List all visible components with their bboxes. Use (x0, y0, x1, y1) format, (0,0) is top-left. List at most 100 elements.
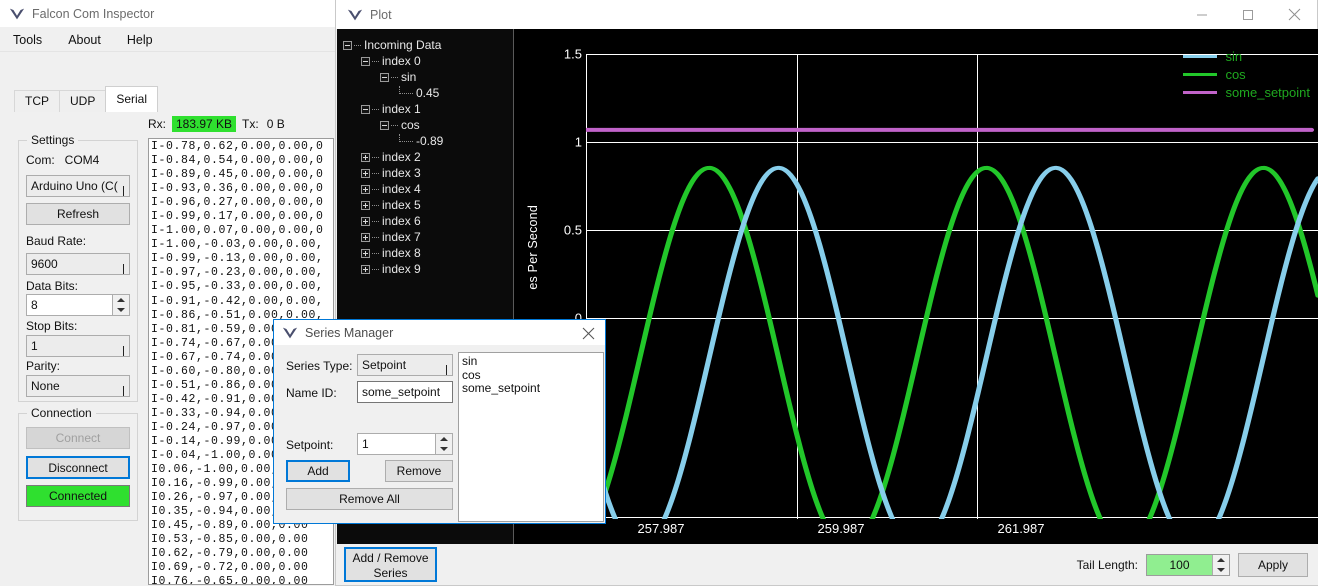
legend-swatch-cos (1183, 72, 1218, 76)
series-type-select[interactable]: Setpoint (357, 354, 453, 376)
collapse-icon[interactable] (361, 56, 370, 66)
tree-node-label: index 4 (382, 182, 421, 196)
tab-serial[interactable]: Serial (105, 86, 159, 112)
tree-node-index-7[interactable]: index 7 (341, 229, 513, 245)
tree-node-index-4[interactable]: index 4 (341, 181, 513, 197)
tree-node-index-5[interactable]: index 5 (341, 197, 513, 213)
expand-icon[interactable] (361, 264, 370, 274)
remove-series-button[interactable]: Remove (385, 460, 453, 482)
com-port-select[interactable]: Arduino Uno (C( (26, 175, 130, 197)
connect-button[interactable]: Connect (26, 427, 130, 449)
tab-tcp[interactable]: TCP (14, 90, 60, 112)
spin-down-icon[interactable] (1217, 568, 1225, 572)
expand-icon[interactable] (361, 184, 370, 194)
parity-select[interactable]: None (26, 375, 130, 397)
tree-node-label: index 8 (382, 246, 421, 260)
close-icon[interactable] (1271, 0, 1317, 29)
tree-node-index-0[interactable]: index 0 (341, 53, 513, 69)
minimize-icon[interactable] (1179, 0, 1225, 29)
menu-help[interactable]: Help (124, 31, 156, 49)
close-icon[interactable] (577, 323, 599, 343)
data-bits-spin-arrows[interactable] (112, 295, 129, 315)
tree-node-root[interactable]: Incoming Data (341, 37, 513, 53)
chart-plot-area[interactable]: es Per Second 1.5 1 0.5 0 257.987 259.98… (514, 29, 1318, 544)
tree-value-sin: 0.45 (341, 85, 513, 101)
window-controls (1179, 0, 1317, 29)
spin-up-icon[interactable] (117, 298, 125, 302)
baud-rate-value: 9600 (31, 257, 58, 271)
spin-up-icon[interactable] (1217, 558, 1225, 562)
tab-udp[interactable]: UDP (59, 90, 107, 112)
com-port-select-value: Arduino Uno (C( (31, 179, 118, 193)
tree-node-label: index 2 (382, 150, 421, 164)
menu-tools[interactable]: Tools (10, 31, 45, 49)
setpoint-spin-arrows[interactable] (435, 434, 452, 454)
tree-node-index-9[interactable]: index 9 (341, 261, 513, 277)
remove-all-series-button[interactable]: Remove All (286, 488, 453, 510)
list-item[interactable]: some_setpoint (462, 381, 603, 396)
expand-icon[interactable] (361, 216, 370, 226)
setpoint-stepper[interactable]: 1 (357, 433, 453, 455)
settings-groupbox: Settings Com: COM4 Arduino Uno (C( Refre… (18, 133, 138, 402)
expand-icon[interactable] (361, 248, 370, 258)
stop-bits-label: Stop Bits: (26, 319, 78, 333)
x-tick-label: 261.987 (997, 521, 1045, 536)
tail-length-spin-arrows[interactable] (1212, 555, 1229, 575)
tail-length-stepper[interactable]: 100 (1146, 554, 1230, 576)
legend-item-some-setpoint[interactable]: some_setpoint (1183, 83, 1310, 101)
tree-leaf-value: -0.89 (416, 134, 444, 148)
tree-node-index-1[interactable]: index 1 (341, 101, 513, 117)
baud-rate-label: Baud Rate: (26, 234, 87, 248)
series-listbox[interactable]: sin cos some_setpoint (458, 352, 604, 522)
data-bits-label: Data Bits: (26, 279, 79, 293)
disconnect-button[interactable]: Disconnect (26, 456, 130, 479)
tree-dots (372, 236, 379, 238)
x-axis-ticks: 257.987 259.987 261.987 (586, 521, 1318, 541)
apply-button-label: Apply (1257, 558, 1289, 572)
tree-node-sin[interactable]: sin (341, 69, 513, 85)
menu-about[interactable]: About (65, 31, 104, 49)
expand-icon[interactable] (361, 152, 370, 162)
list-item[interactable]: sin (462, 354, 603, 369)
tree-node-label: index 7 (382, 230, 421, 244)
apply-button[interactable]: Apply (1238, 553, 1308, 577)
name-id-value: some_setpoint (362, 385, 441, 399)
tree-value-cos: -0.89 (341, 133, 513, 149)
data-bits-stepper[interactable]: 8 (26, 294, 130, 316)
add-remove-series-button[interactable]: Add / Remove Series (344, 547, 437, 582)
expand-icon[interactable] (361, 200, 370, 210)
series-type-label: Series Type: (286, 359, 353, 373)
expand-icon[interactable] (361, 168, 370, 178)
legend-item-cos[interactable]: cos (1183, 65, 1310, 83)
baud-rate-select[interactable]: 9600 (26, 253, 130, 275)
series-type-value: Setpoint (362, 358, 407, 372)
name-id-input[interactable]: some_setpoint (357, 381, 453, 403)
tree-node-cos[interactable]: cos (341, 117, 513, 133)
falcon-logo-icon (9, 8, 25, 19)
collapse-icon[interactable] (380, 72, 389, 82)
collapse-icon[interactable] (343, 40, 352, 50)
series-line-cos (592, 165, 1318, 519)
tree-dots (372, 252, 379, 254)
tree-node-index-3[interactable]: index 3 (341, 165, 513, 181)
tree-elbow (399, 134, 413, 142)
tree-node-index-2[interactable]: index 2 (341, 149, 513, 165)
add-series-label: Add (307, 464, 329, 478)
tree-node-index-6[interactable]: index 6 (341, 213, 513, 229)
tree-node-label: sin (401, 70, 417, 84)
collapse-icon[interactable] (361, 104, 370, 114)
refresh-button[interactable]: Refresh (26, 203, 130, 225)
collapse-icon[interactable] (380, 120, 389, 130)
legend-item-sin[interactable]: sin (1183, 47, 1310, 65)
spin-down-icon[interactable] (117, 308, 125, 312)
tree-node-index-8[interactable]: index 8 (341, 245, 513, 261)
y-tick-label: 1 (574, 134, 582, 150)
stop-bits-select[interactable]: 1 (26, 335, 130, 357)
list-item[interactable]: cos (462, 368, 603, 383)
parity-value: None (31, 379, 60, 393)
spin-down-icon[interactable] (440, 447, 448, 451)
spin-up-icon[interactable] (440, 437, 448, 441)
expand-icon[interactable] (361, 232, 370, 242)
maximize-icon[interactable] (1225, 0, 1271, 29)
add-series-button[interactable]: Add (286, 460, 350, 482)
